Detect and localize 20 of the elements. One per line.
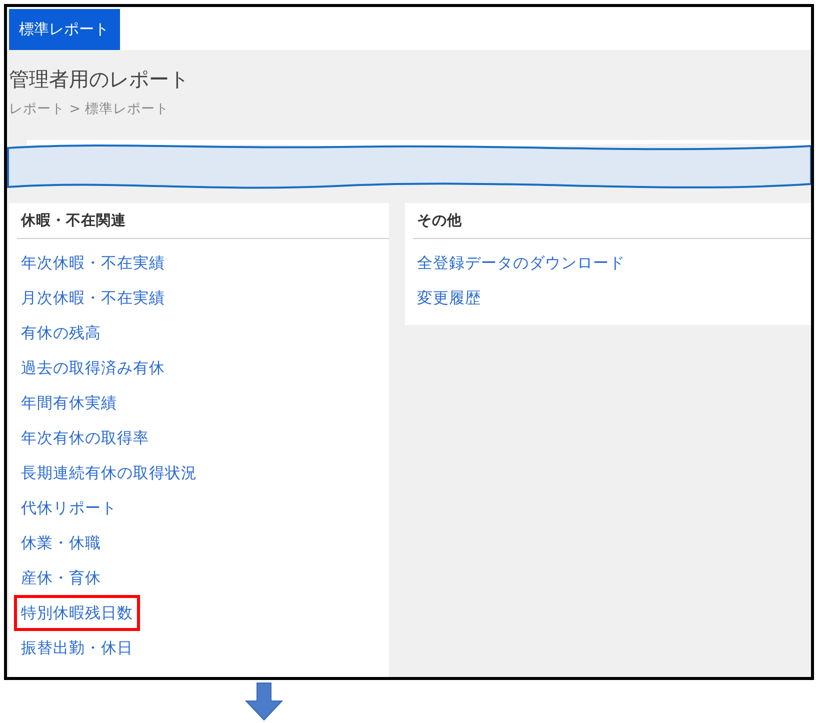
report-link[interactable]: 過去の取得済み有休 xyxy=(14,350,172,386)
report-link[interactable]: 年次有休の取得率 xyxy=(14,420,156,456)
panel-heading: 休暇・不在関連 xyxy=(21,212,127,231)
report-link[interactable]: 変更履歴 xyxy=(410,280,488,316)
report-link[interactable]: 振替出勤・休日 xyxy=(14,630,140,666)
report-link[interactable]: 代休リポート xyxy=(14,490,124,526)
report-tab[interactable]: 標準レポート xyxy=(9,9,120,50)
panel-heading: その他 xyxy=(417,212,463,231)
report-link[interactable]: 長期連続有休の取得状況 xyxy=(14,455,204,491)
page-title: 管理者用のレポート xyxy=(9,66,190,92)
report-link[interactable]: 産休・育休 xyxy=(14,560,108,596)
report-link[interactable]: 特別休暇残日数 xyxy=(14,595,140,631)
report-link[interactable]: 全登録データのダウンロード xyxy=(410,245,632,281)
breadcrumb: レポート > 標準レポート xyxy=(9,100,170,118)
report-link[interactable]: 休業・休職 xyxy=(14,525,108,561)
report-link[interactable]: 有休の残高 xyxy=(14,315,108,351)
down-arrow-icon xyxy=(244,682,284,721)
report-link[interactable]: 年次休暇・不在実績 xyxy=(14,245,172,281)
report-link[interactable]: 月次休暇・不在実績 xyxy=(14,280,172,316)
report-link[interactable]: 年間有休実績 xyxy=(14,385,124,421)
